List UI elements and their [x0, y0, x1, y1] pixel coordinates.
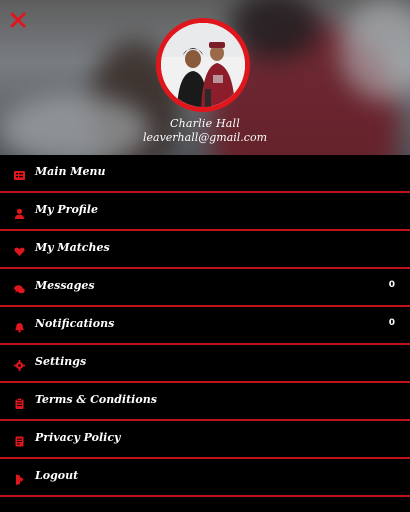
- document-icon: [14, 432, 25, 447]
- message-count-badge: 0: [388, 280, 395, 290]
- user-icon: [14, 204, 25, 219]
- profile-name: Charlie Hall: [170, 117, 240, 130]
- menu-item-logout[interactable]: Logout: [0, 459, 410, 497]
- menu-item-label: Terms & Conditions: [35, 393, 157, 406]
- heart-icon: [14, 242, 25, 256]
- menu-item-label: My Matches: [35, 241, 110, 254]
- menu-item-settings[interactable]: Settings: [0, 345, 410, 383]
- menu-item-label: Messages: [35, 279, 95, 292]
- menu-item-notifications[interactable]: Notifications 0: [0, 307, 410, 345]
- menu-item-label: Main Menu: [35, 165, 106, 178]
- chat-icon: [14, 280, 25, 294]
- menu-item-my-profile[interactable]: My Profile: [0, 193, 410, 231]
- bell-icon: [14, 318, 25, 333]
- list-icon: [14, 166, 25, 180]
- menu-item-messages[interactable]: Messages 0: [0, 269, 410, 307]
- avatar[interactable]: [156, 18, 250, 112]
- close-icon[interactable]: [9, 11, 27, 29]
- menu-item-label: Notifications: [35, 317, 115, 330]
- menu-item-label: Logout: [35, 469, 79, 482]
- gear-icon: [14, 356, 25, 371]
- profile-email: leaverhall@gmail.com: [142, 131, 268, 144]
- menu-item-label: My Profile: [35, 203, 98, 216]
- menu-item-label: Settings: [35, 355, 87, 368]
- menu-item-label: Privacy Policy: [35, 431, 121, 444]
- side-menu: Main Menu My Profile My Matches Messages: [0, 155, 410, 497]
- menu-item-my-matches[interactable]: My Matches: [0, 231, 410, 269]
- logout-icon: [14, 470, 25, 485]
- menu-item-terms[interactable]: Terms & Conditions: [0, 383, 410, 421]
- notification-count-badge: 0: [388, 318, 395, 328]
- menu-item-main-menu[interactable]: Main Menu: [0, 155, 410, 193]
- profile-header: Charlie Hall leaverhall@gmail.com: [0, 0, 410, 155]
- menu-item-privacy[interactable]: Privacy Policy: [0, 421, 410, 459]
- clipboard-icon: [14, 394, 25, 409]
